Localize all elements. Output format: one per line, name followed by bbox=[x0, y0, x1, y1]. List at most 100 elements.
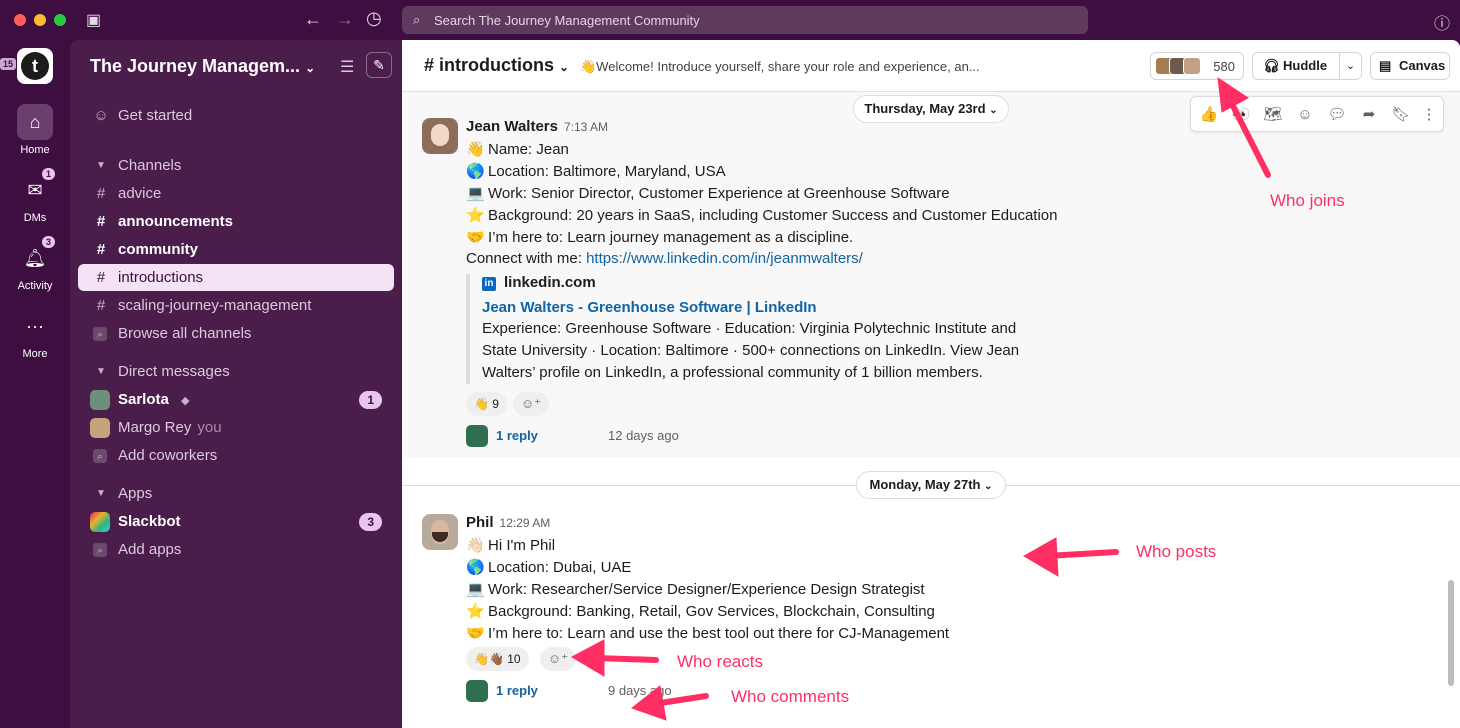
channel-header: # introductions ⌄ 👋Welcome! Introduce yo… bbox=[402, 40, 1460, 92]
date-divider-pill[interactable]: Thursday, May 23rd ⌄ bbox=[853, 95, 1009, 123]
thumbs-up-icon[interactable]: 👍 bbox=[1197, 103, 1221, 127]
avatar-jean-walters[interactable] bbox=[422, 118, 458, 154]
status-diamond-icon: ◆ bbox=[181, 395, 190, 407]
more-actions-icon[interactable]: ⋮ bbox=[1417, 103, 1441, 127]
hash-icon: # bbox=[96, 241, 106, 258]
share-icon[interactable]: ➦ bbox=[1357, 103, 1381, 127]
more-icon: ··· bbox=[26, 315, 44, 336]
sidebar-item-introductions[interactable]: # introductions bbox=[78, 264, 394, 291]
eyes-icon[interactable]: 👀 bbox=[1229, 103, 1253, 127]
scrollbar[interactable] bbox=[1448, 580, 1454, 686]
rail-dms-label: DMs bbox=[23, 212, 47, 224]
add-reaction-button[interactable]: ☺⁺ bbox=[540, 647, 576, 671]
avatar bbox=[90, 418, 110, 438]
search-bar[interactable]: ⌕ Search The Journey Management Communit… bbox=[402, 6, 1088, 34]
hash-icon: # bbox=[96, 213, 106, 230]
huddle-options-chevron-icon[interactable]: ⌄ bbox=[1339, 53, 1361, 79]
reply-count-link[interactable]: 1 reply bbox=[496, 679, 538, 703]
message-line: 💻 Work: Senior Director, Customer Experie… bbox=[466, 185, 950, 202]
app-item-slackbot[interactable]: Slackbot 3 bbox=[78, 508, 394, 535]
sidebar-item-scaling-journey-management[interactable]: # scaling-journey-management bbox=[78, 292, 394, 319]
rail-more[interactable]: ··· More bbox=[0, 308, 70, 361]
zoom-window-button[interactable] bbox=[54, 14, 66, 26]
message-author[interactable]: Phil 12:29 AM bbox=[466, 514, 550, 531]
rail-more-label: More bbox=[22, 348, 48, 360]
minimize-window-button[interactable] bbox=[34, 14, 46, 26]
rail-dms[interactable]: ✉ 1 DMs bbox=[0, 168, 70, 224]
message-author[interactable]: Jean Walters 7:13 AM bbox=[466, 118, 608, 135]
reply-thread-icon[interactable]: 💬︎ bbox=[1325, 103, 1349, 127]
add-reaction-icon[interactable]: ☺ bbox=[1293, 103, 1317, 127]
channel-sidebar: The Journey Managem... ⌄ ☰ ✎ ☺ Get start… bbox=[70, 40, 402, 728]
message-line: ⭐ Background: Banking, Retail, Gov Servic… bbox=[466, 603, 935, 620]
headphones-icon: 🎧︎ bbox=[1263, 58, 1280, 73]
add-emoji-icon: ☺⁺ bbox=[547, 651, 569, 666]
get-started-item[interactable]: ☺ Get started bbox=[78, 102, 394, 129]
message-actions-toolbar: 👍 👀 🗺 ☺ 💬︎ ➦ 🔖︎ ⋮ bbox=[1190, 96, 1444, 132]
dm-section-header[interactable]: ▼ Direct messages bbox=[78, 358, 394, 385]
home-icon: ⌂ bbox=[17, 104, 53, 140]
avatar bbox=[466, 425, 488, 447]
chevron-down-icon: ⌄ bbox=[559, 60, 570, 74]
message-timestamp[interactable]: 7:13 AM bbox=[564, 120, 608, 134]
search-icon: ⌕ bbox=[93, 327, 107, 341]
browse-channels-item[interactable]: ⌕ Browse all channels bbox=[78, 320, 394, 347]
sidebar-toggle-icon[interactable]: ▣ bbox=[86, 10, 101, 30]
annotation-who-comments: Who comments bbox=[731, 687, 850, 706]
rail-home-label: Home bbox=[20, 144, 50, 156]
help-icon[interactable]: ⓘ bbox=[1434, 10, 1450, 34]
back-arrow-icon[interactable]: ← bbox=[304, 9, 322, 30]
reply-time: 12 days ago bbox=[608, 428, 679, 443]
canvas-button[interactable]: ▤ Canvas bbox=[1370, 52, 1450, 80]
avatar bbox=[90, 390, 110, 410]
compose-button[interactable]: ✎ bbox=[366, 52, 392, 78]
date-divider-pill[interactable]: Monday, May 27th ⌄ bbox=[856, 471, 1006, 499]
annotation-who-posts: Who posts bbox=[1136, 542, 1217, 561]
hash-icon: # bbox=[96, 297, 106, 314]
message-line: 👋🏻 Hi I'm Phil bbox=[466, 537, 556, 554]
canvas-icon: ▤ bbox=[1379, 58, 1392, 73]
dm-item-margo-rey[interactable]: Margo Rey you bbox=[78, 414, 394, 441]
preview-title-link[interactable]: Jean Walters - Greenhouse Software | Lin… bbox=[482, 299, 1066, 316]
rail-activity[interactable]: 🔔︎ 3 Activity bbox=[0, 236, 70, 292]
channels-section-header[interactable]: ▼ Channels bbox=[78, 152, 394, 179]
reaction-wave[interactable]: 👋 9 bbox=[466, 392, 507, 416]
message-line: Connect with me: https://www.linkedin.co… bbox=[466, 250, 863, 267]
reply-count-link[interactable]: 1 reply bbox=[496, 424, 538, 448]
avatar-phil[interactable] bbox=[422, 514, 458, 550]
caret-down-icon: ▼ bbox=[96, 160, 106, 171]
huddle-button[interactable]: 🎧︎ Huddle ⌄ bbox=[1252, 52, 1362, 80]
member-avatar bbox=[1183, 57, 1201, 75]
workspace-name[interactable]: The Journey Managem... ⌄ bbox=[90, 56, 315, 77]
search-icon: ⌕ bbox=[93, 449, 107, 463]
slackbot-avatar bbox=[90, 512, 110, 532]
members-button[interactable]: 580 bbox=[1150, 52, 1244, 80]
annotation-who-reacts: Who reacts bbox=[677, 652, 763, 671]
history-icon[interactable]: ◷ bbox=[366, 8, 382, 29]
dm-item-sarlota[interactable]: Sarlota ◆ 1 bbox=[78, 386, 394, 413]
channel-topic[interactable]: 👋Welcome! Introduce yourself, share your… bbox=[580, 59, 980, 75]
workspace-logo[interactable]: t bbox=[17, 48, 53, 84]
dms-badge: 1 bbox=[41, 168, 55, 180]
filter-icon[interactable]: ☰ bbox=[340, 57, 354, 77]
add-reaction-button[interactable]: ☺⁺ bbox=[513, 392, 549, 416]
linkedin-link[interactable]: https://www.linkedin.com/in/jeanmwalters… bbox=[586, 250, 863, 267]
sidebar-item-community[interactable]: # community bbox=[78, 236, 394, 263]
message-timestamp[interactable]: 12:29 AM bbox=[500, 516, 551, 530]
chevron-down-icon: ⌄ bbox=[984, 481, 993, 492]
reaction-wave[interactable]: 👋👋🏾 10 bbox=[466, 647, 529, 671]
bookmark-icon[interactable]: 🔖︎ bbox=[1389, 103, 1413, 127]
channel-name[interactable]: # introductions ⌄ bbox=[424, 55, 569, 76]
add-apps-item[interactable]: ⌕ Add apps bbox=[78, 536, 394, 563]
map-icon[interactable]: 🗺 bbox=[1261, 103, 1285, 127]
smile-icon: ☺ bbox=[93, 107, 109, 124]
sidebar-item-announcements[interactable]: # announcements bbox=[78, 208, 394, 235]
close-window-button[interactable] bbox=[14, 14, 26, 26]
message-pane: # introductions ⌄ 👋Welcome! Introduce yo… bbox=[402, 40, 1460, 728]
sidebar-item-advice[interactable]: # advice bbox=[78, 180, 394, 207]
forward-arrow-icon[interactable]: → bbox=[336, 9, 354, 30]
add-coworkers-item[interactable]: ⌕ Add coworkers bbox=[78, 442, 394, 469]
apps-section-header[interactable]: ▼ Apps bbox=[78, 480, 394, 507]
link-preview: in linkedin.com Jean Walters - Greenhouse… bbox=[466, 274, 1066, 384]
rail-home[interactable]: ⌂ Home bbox=[0, 104, 70, 156]
